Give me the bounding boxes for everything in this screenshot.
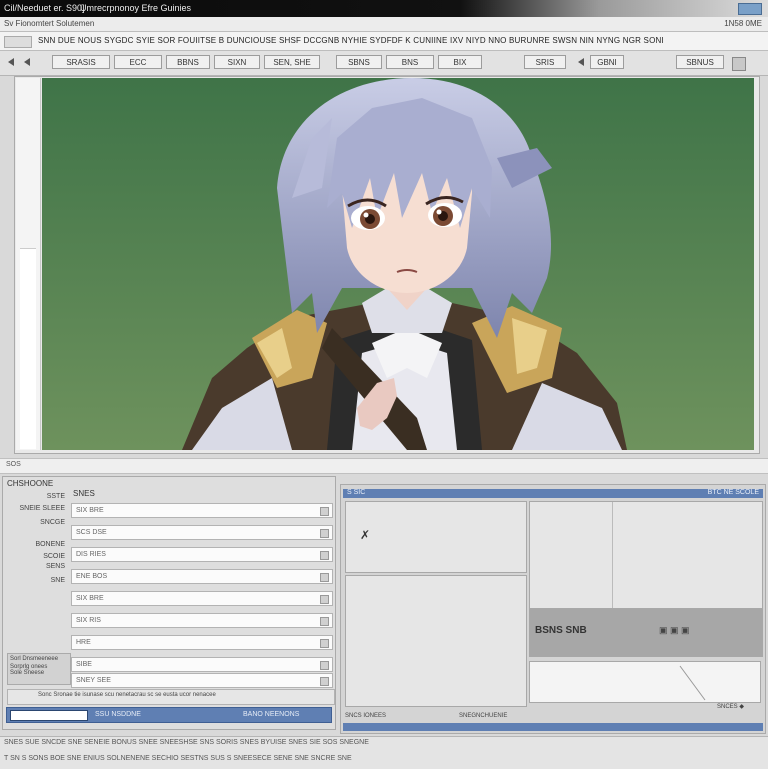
toolbar-button-2[interactable]: ECC [114, 55, 162, 69]
toolbar-button-5[interactable]: SEN, SHE [264, 55, 320, 69]
property-label: SENS [45, 563, 65, 570]
footer-left-label[interactable]: SSU NSDDNE [95, 711, 141, 718]
preview-pane-top-right[interactable] [529, 501, 763, 609]
property-label: BONENE [35, 541, 65, 548]
property-label: SNEIE SLEEE [19, 505, 65, 512]
property-value: SIX RIS [76, 617, 101, 624]
window-subtitle: Umrecrpnonoy Efre Guinies [80, 3, 192, 13]
pane-divider [612, 502, 613, 608]
property-label: SSTE [46, 493, 65, 500]
preview-panel: S SIC BTC NE SCOLE ✗ BSNS SNB ▣ ▣ ▣ SNCS… [340, 484, 766, 734]
property-label: SNE [50, 577, 65, 584]
toolbar-options-icon[interactable] [732, 57, 746, 71]
toolbar-button-1[interactable]: SRASIS [52, 55, 110, 69]
row-button-icon[interactable] [320, 551, 329, 560]
toolbar-button-3[interactable]: BBNS [166, 55, 210, 69]
property-value: SIX BRE [76, 595, 104, 602]
row-button-icon[interactable] [320, 573, 329, 582]
property-row[interactable]: SIBE [71, 657, 333, 672]
prev-arrow-icon[interactable] [24, 58, 30, 66]
row-button-icon[interactable] [320, 677, 329, 686]
property-value: DIS RIES [76, 551, 106, 558]
notes-box: Sorl Dnsmeeneee Sorprlg onees Sole Snees… [7, 653, 71, 685]
row-button-icon[interactable] [320, 507, 329, 516]
preview-pane-bottom-right[interactable] [529, 661, 761, 703]
property-row[interactable]: SIX RIS [71, 613, 333, 628]
next-arrow-icon[interactable] [578, 58, 584, 66]
toolbar-button-6[interactable]: SBNS [336, 55, 382, 69]
preview-header: S SIC BTC NE SCOLE [343, 489, 763, 498]
preview-footer-left: SNCS IONEES [345, 713, 387, 719]
panel-footer-input[interactable] [10, 710, 88, 721]
note-line: Sorl Dnsmeeneee [10, 656, 59, 662]
app-icon[interactable] [4, 36, 32, 48]
properties-panel: CHSHOONE SNES SSTE SNEIE SLEEE SNCGE BON… [2, 476, 336, 730]
row-button-icon[interactable] [320, 617, 329, 626]
vertical-ruler [16, 78, 41, 450]
preview-footer-bar [343, 723, 763, 731]
preview-gray-bar: BSNS SNB ▣ ▣ ▣ [529, 609, 763, 657]
panel-subtitle: SNES [73, 489, 95, 498]
gray-bar-label: BSNS SNB [535, 625, 587, 636]
character-illustration [42, 78, 754, 450]
back-arrow-icon[interactable] [8, 58, 14, 66]
property-row[interactable]: SCS DSE [71, 525, 333, 540]
property-value: SIX BRE [76, 507, 104, 514]
preview-footer-mid: SNEGNCHUENIE [459, 713, 508, 719]
property-value: SCS DSE [76, 529, 107, 536]
curve-icon [679, 665, 706, 701]
property-row[interactable]: HRE [71, 635, 333, 650]
property-row[interactable]: SIX BRE [71, 503, 333, 518]
property-label: SCOIE [43, 553, 65, 560]
preview-pane-top-left[interactable]: ✗ [345, 501, 527, 573]
window-title: Cil/Needuet er. S90] [4, 3, 85, 13]
property-value: SIBE [76, 661, 92, 668]
main-menu-items[interactable]: SNN DUE NOUS SYGDC SYIE SOR FOUIITSE B D… [38, 36, 664, 45]
row-button-icon[interactable] [320, 639, 329, 648]
toolbar-button-8[interactable]: BIX [438, 55, 482, 69]
cursor-icon: ✗ [360, 528, 371, 542]
preview-header-right: BTC NE SCOLE [707, 489, 759, 496]
row-button-icon[interactable] [320, 595, 329, 604]
footer-right-label[interactable]: BANO NEENONS [243, 711, 299, 718]
status-line-2: T SN S SONS BOE SNE ENIUS SOLNENENE SECH… [4, 755, 352, 762]
preview-footer-right: SNCES ◆ [717, 704, 744, 710]
row-button-icon[interactable] [320, 529, 329, 538]
title-bar: Cil/Needuet er. S90] Umrecrpnonoy Efre G… [0, 0, 768, 17]
panel-caption: Sonc Sronae tie isunase scu nenetacrau s… [38, 692, 216, 698]
property-row[interactable]: DIS RIES [71, 547, 333, 562]
property-row[interactable]: SNEY SEE [71, 673, 333, 688]
property-value: HRE [76, 639, 91, 646]
panel-footer: SSU NSDDNE BANO NEENONS [6, 707, 332, 723]
preview-header-left: S SIC [347, 489, 366, 496]
panel-caption-bar: Sonc Sronae tie isunase scu nenetacrau s… [7, 689, 335, 705]
property-row[interactable]: ENE BOS [71, 569, 333, 584]
image-canvas[interactable] [42, 78, 754, 450]
status-text: SOS [6, 461, 21, 468]
toolbar-button-10[interactable]: GBNI [590, 55, 624, 69]
toolbar: SRASIS ECC BBNS SIXN SEN, SHE SBNS BNS B… [0, 51, 768, 76]
toolbar-button-9[interactable]: SRIS [524, 55, 566, 69]
status-line-1: SNES SUE SNCDE SNE SENEIE BONUS SNEE SNE… [4, 739, 369, 746]
top-menu-right[interactable]: 1N58 0ME [724, 19, 762, 28]
bottom-status-bar: SNES SUE SNCDE SNE SENEIE BONUS SNEE SNE… [0, 736, 768, 769]
note-line: Sole Sneese [10, 670, 45, 676]
property-value: ENE BOS [76, 573, 108, 580]
main-menu-bar: SNN DUE NOUS SYGDC SYIE SOR FOUIITSE B D… [0, 32, 768, 51]
panel-title: CHSHOONE [7, 479, 54, 488]
property-label: SNCGE [40, 519, 65, 526]
toolbar-button-7[interactable]: BNS [386, 55, 434, 69]
toolbar-button-4[interactable]: SIXN [214, 55, 260, 69]
toolbar-button-11[interactable]: SBNUS [676, 55, 724, 69]
window-controls[interactable] [738, 3, 762, 15]
top-menu-left[interactable]: Sv Fionomtert Solutemen [4, 19, 94, 28]
preview-pane-bottom-left[interactable] [345, 575, 527, 707]
property-row[interactable]: SIX BRE [71, 591, 333, 606]
gray-bar-icons[interactable]: ▣ ▣ ▣ [659, 625, 690, 636]
status-strip: SOS [0, 458, 768, 474]
property-value: SNEY SEE [76, 677, 111, 684]
ruler-segment [20, 248, 36, 449]
row-button-icon[interactable] [320, 661, 329, 670]
top-menu-bar: Sv Fionomtert Solutemen 1N58 0ME [0, 17, 768, 32]
